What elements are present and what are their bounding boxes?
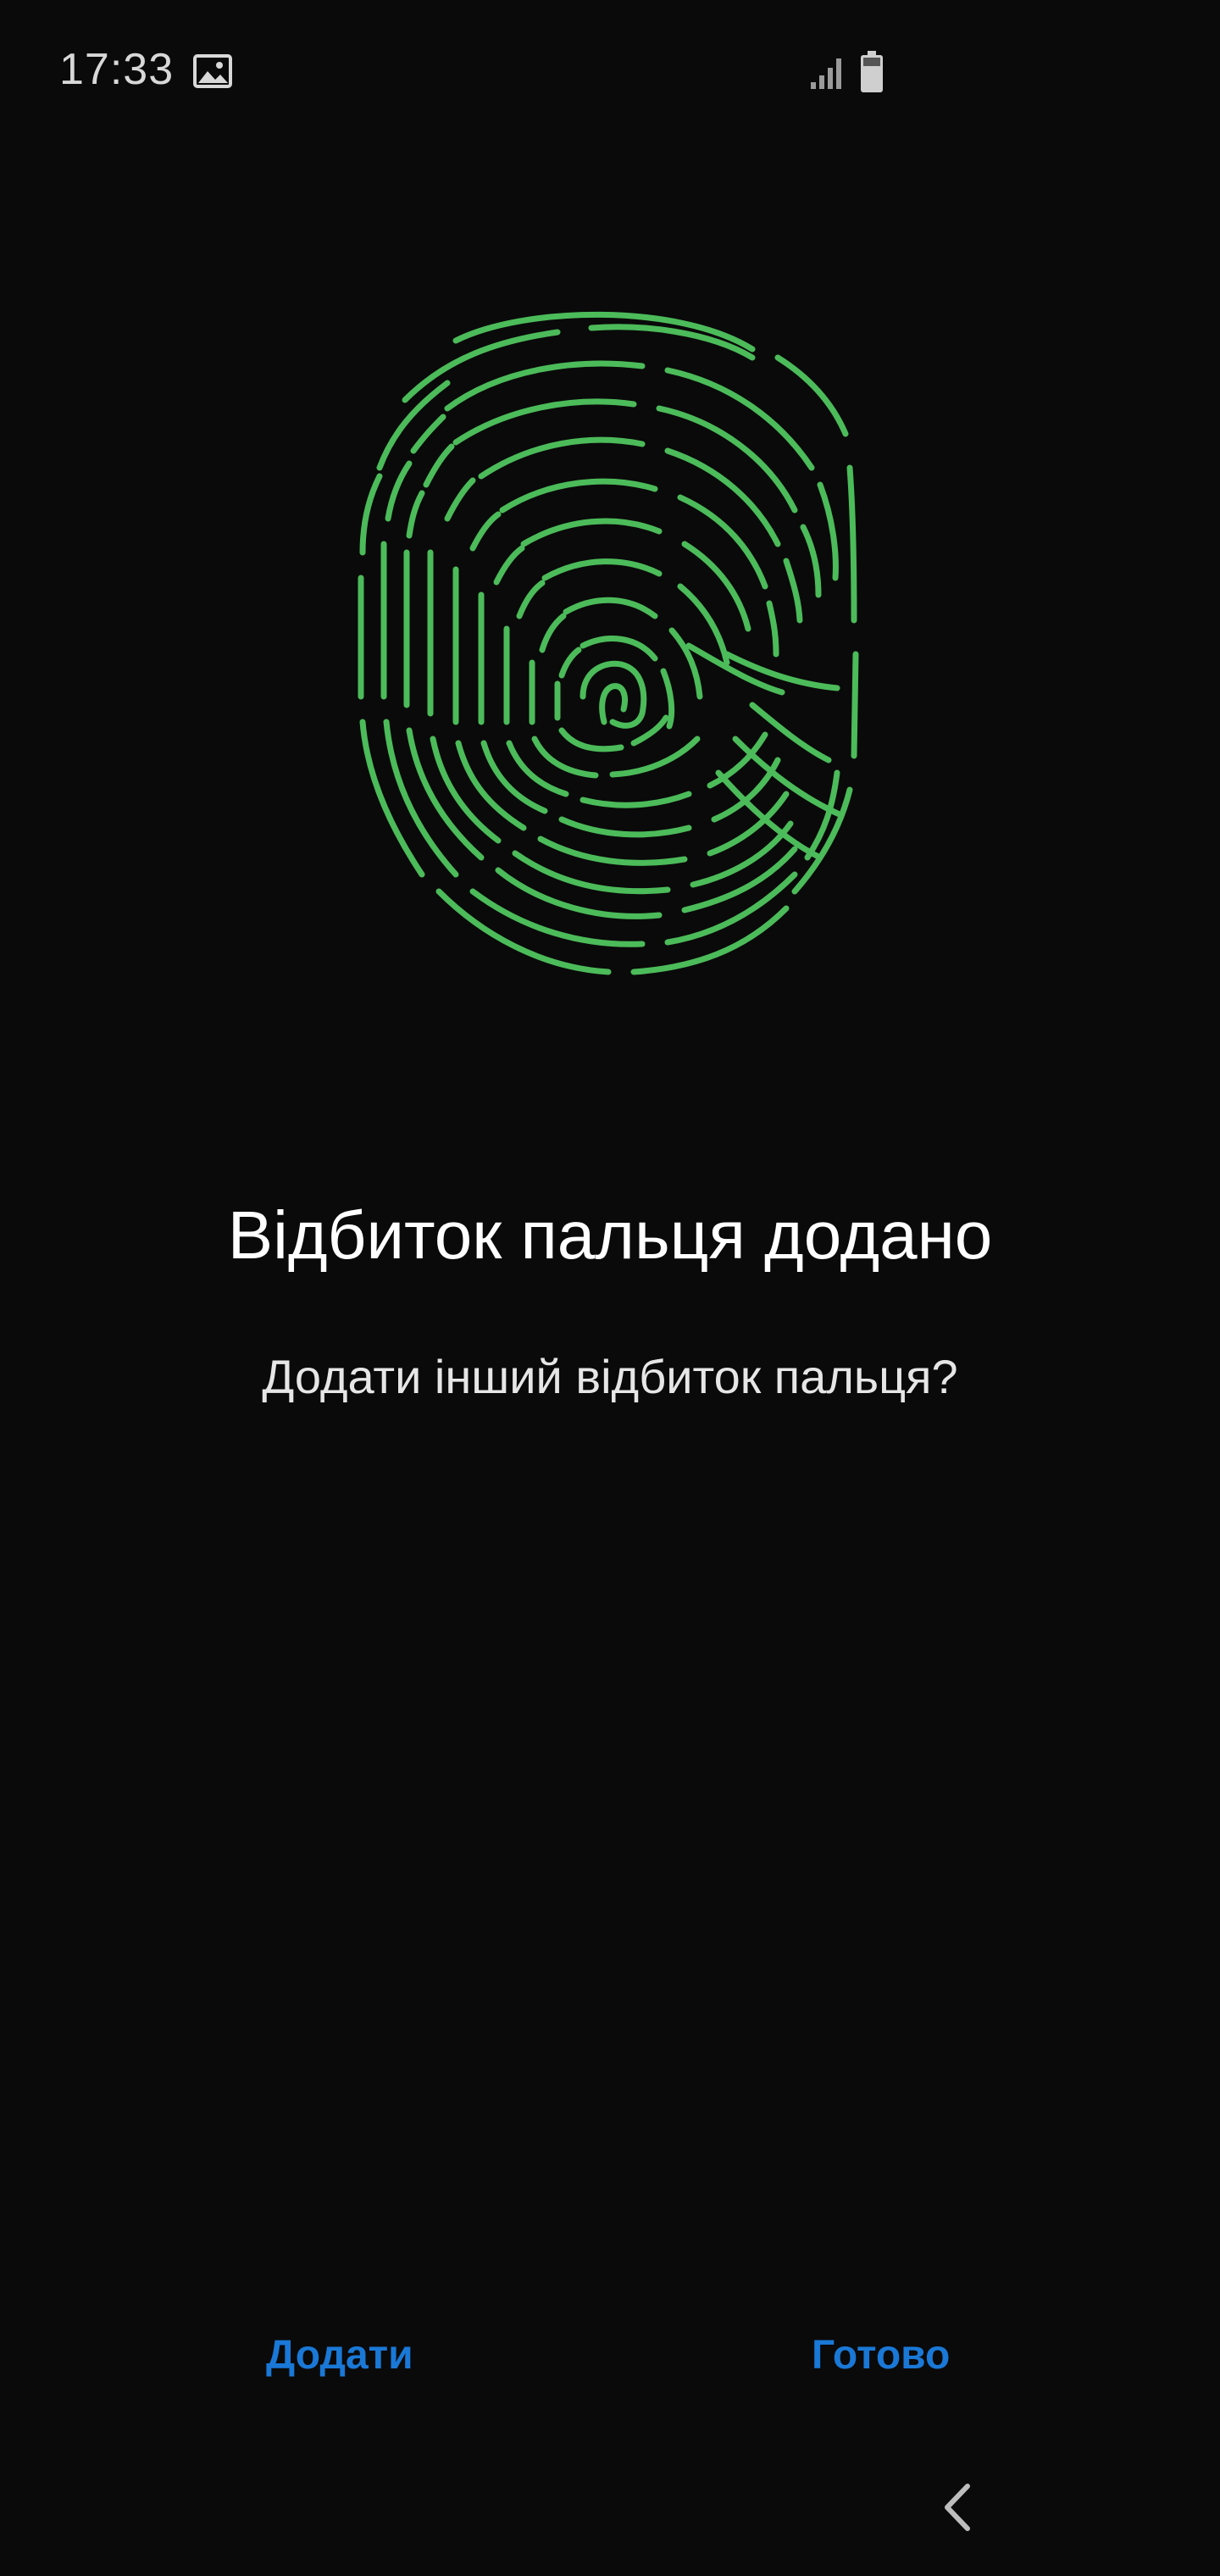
gallery-icon xyxy=(193,54,232,88)
page-subtitle: Додати інший відбиток пальця? xyxy=(262,1350,958,1403)
fingerprint-ridges xyxy=(358,311,859,975)
battery-icon xyxy=(861,51,883,92)
signal-icon xyxy=(811,58,841,89)
fingerprint-icon xyxy=(358,311,859,975)
add-button[interactable]: Додати xyxy=(266,2322,413,2390)
chevron-left-icon[interactable] xyxy=(939,2481,976,2534)
done-button[interactable]: Готово xyxy=(812,2322,950,2390)
status-bar: 17:33 xyxy=(0,0,1220,144)
page-title: Відбиток пальця додано xyxy=(227,1197,993,1273)
status-time: 17:33 xyxy=(59,45,175,94)
